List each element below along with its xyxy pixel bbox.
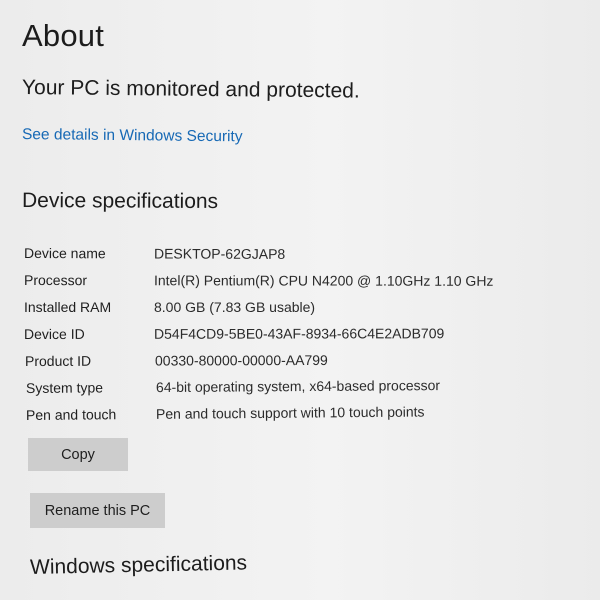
spec-value: Pen and touch support with 10 touch poin… [155, 403, 425, 422]
spec-row-pen-and-touch: Pen and touch Pen and touch support with… [26, 396, 546, 428]
spec-row-processor: Processor Intel(R) Pentium(R) CPU N4200 … [24, 266, 544, 294]
copy-button[interactable]: Copy [28, 438, 128, 471]
spec-value: D54F4CD9-5BE0-43AF-8934-66C4E2ADB709 [153, 324, 445, 342]
spec-row-device-id: Device ID D54F4CD9-5BE0-43AF-8934-66C4E2… [24, 319, 544, 347]
device-specifications-heading: Device specifications [21, 189, 219, 214]
spec-label: Product ID [24, 352, 92, 369]
device-specifications-list: Device name DESKTOP-62GJAP8 Processor In… [24, 239, 544, 428]
spec-label: Installed RAM [24, 298, 112, 315]
spec-value: 8.00 GB (7.83 GB usable) [154, 298, 316, 315]
spec-value: Intel(R) Pentium(R) CPU N4200 @ 1.10GHz … [153, 271, 494, 289]
spec-label: Device ID [23, 325, 85, 342]
spec-label: System type [25, 378, 104, 396]
spec-value: 64-bit operating system, x64-based proce… [155, 376, 441, 395]
windows-specifications-heading: Windows specifications [29, 551, 248, 579]
rename-pc-button[interactable]: Rename this PC [30, 493, 165, 528]
spec-value: 00330-80000-00000-AA799 [154, 351, 328, 369]
spec-row-device-name: Device name DESKTOP-62GJAP8 [24, 239, 544, 268]
spec-label: Pen and touch [25, 405, 117, 423]
spec-value: DESKTOP-62GJAP8 [153, 244, 286, 262]
spec-row-installed-ram: Installed RAM 8.00 GB (7.83 GB usable) [24, 293, 544, 320]
spec-label: Device name [23, 244, 106, 261]
spec-row-product-id: Product ID 00330-80000-00000-AA799 [25, 345, 545, 374]
about-page: About Your PC is monitored and protected… [0, 0, 600, 600]
spec-label: Processor [23, 271, 88, 288]
protection-status-text: Your PC is monitored and protected. [21, 76, 360, 103]
windows-security-link[interactable]: See details in Windows Security [22, 126, 243, 146]
page-title: About [22, 18, 105, 53]
